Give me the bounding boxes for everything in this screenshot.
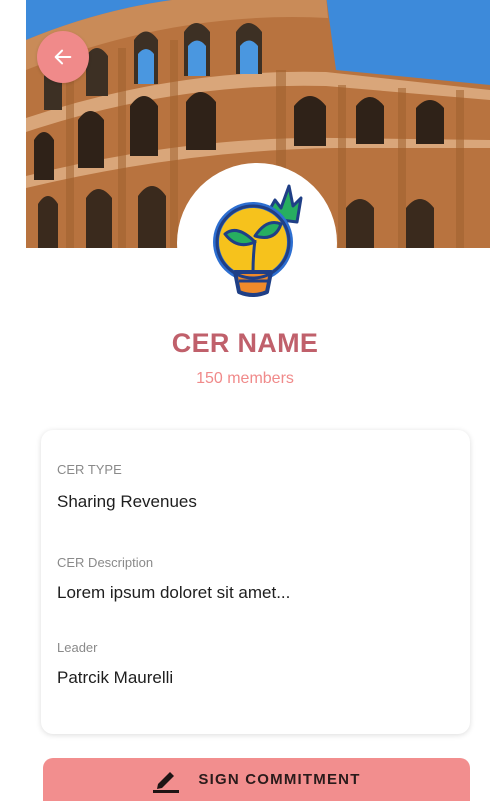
cer-type-value: Sharing Revenues [57,492,197,511]
member-count: 150 members [196,370,294,387]
sign-commitment-label: SIGN COMMITMENT [198,771,361,788]
leader-value: Patrcik Maurelli [57,668,174,687]
back-button[interactable] [37,31,89,83]
cer-description-label: CER Description [57,555,154,570]
cer-description-value: Lorem ipsum doloret sit amet... [57,583,291,602]
leader-label: Leader [57,640,98,655]
sign-commitment-button[interactable]: SIGN COMMITMENT [43,758,470,801]
details-card: CER TYPE Sharing Revenues CER Descriptio… [41,430,470,734]
cer-type-label: CER TYPE [57,462,122,477]
community-detail-screen: CER NAME 150 members CER TYPE Sharing Re… [0,0,490,801]
community-avatar [177,163,337,323]
community-name: CER NAME [171,328,319,358]
pen-icon [153,771,180,793]
lightbulb-sprout-icon [213,184,303,297]
arrow-left-icon [54,49,72,65]
